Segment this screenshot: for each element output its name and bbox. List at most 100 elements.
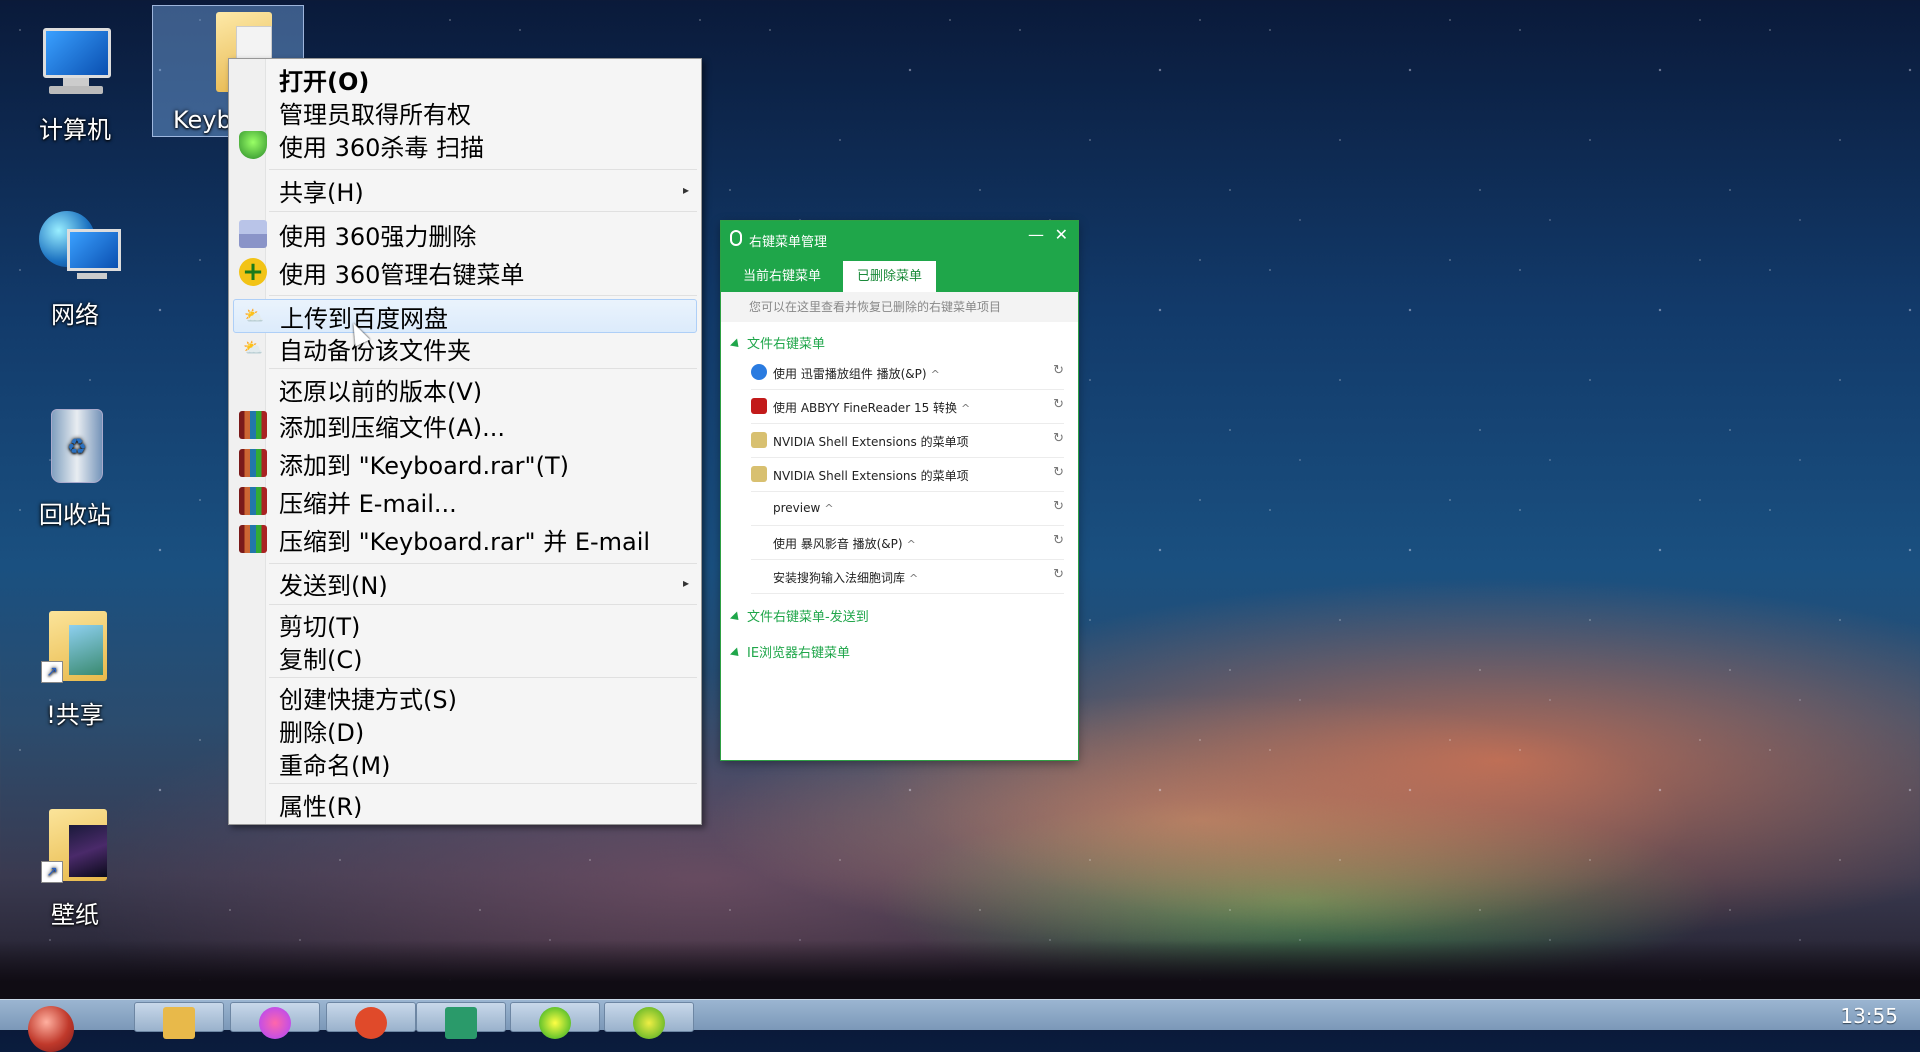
menu-item-360-menu-manager[interactable]: + 使用 360管理右键菜单 <box>233 256 697 289</box>
deleted-item-label: NVIDIA Shell Extensions 的菜单项 <box>773 469 969 483</box>
menu-item-properties[interactable]: 属性(R) <box>233 788 697 821</box>
menu-separator <box>269 368 697 369</box>
deleted-item-row: 安装搜狗输入法细胞词库 ^ ↻ <box>751 559 1064 594</box>
menu-item-cut[interactable]: 剪切(T) <box>233 608 697 641</box>
menu-item-360-force-delete[interactable]: 使用 360强力删除 <box>233 218 697 251</box>
menu-separator <box>269 563 697 564</box>
menu-item-send-to[interactable]: 发送到(N) ▸ <box>233 567 697 600</box>
menu-item-auto-backup[interactable]: ⛅ 自动备份该文件夹 <box>233 332 697 365</box>
menu-item-open[interactable]: 打开(O) <box>233 63 697 96</box>
caret-icon: ^ <box>824 502 834 515</box>
menu-item-label: 使用 360杀毒 扫描 <box>279 133 485 162</box>
restore-icon[interactable]: ↻ <box>1053 465 1064 480</box>
menu-item-add-archive[interactable]: 添加到压缩文件(A)... <box>233 409 697 442</box>
window-title: 右键菜单管理 <box>749 235 828 250</box>
cloud-icon: ⛅ <box>243 338 263 357</box>
recycle-bin-icon: ♻ <box>33 405 117 489</box>
folder-shortcut-icon: ↗ <box>33 605 117 689</box>
shredder-icon <box>239 220 267 248</box>
group-label: 文件右键菜单-发送到 <box>747 610 869 625</box>
menu-item-label: 剪切(T) <box>279 612 361 641</box>
taskbar-button-app[interactable] <box>326 1002 416 1039</box>
app-icon <box>445 1007 477 1039</box>
menu-separator <box>269 677 697 678</box>
menu-item-copy[interactable]: 复制(C) <box>233 641 697 674</box>
xunlei-icon <box>751 364 767 380</box>
restore-icon[interactable]: ↻ <box>1053 567 1064 582</box>
context-menu: 打开(O) 管理员取得所有权 使用 360杀毒 扫描 共享(H) ▸ 使用 36… <box>228 58 702 825</box>
caret-icon: ^ <box>961 402 971 415</box>
app-icon <box>259 1007 291 1039</box>
window-titlebar[interactable]: 右键菜单管理 — ✕ <box>721 221 1078 257</box>
abbyy-icon <box>751 398 767 414</box>
menu-separator <box>269 169 697 170</box>
menu-item-add-keyboard-rar[interactable]: 添加到 "Keyboard.rar"(T) <box>233 447 697 480</box>
mouse-logo-icon <box>730 230 742 246</box>
menu-item-compress-keyboard-email[interactable]: 压缩到 "Keyboard.rar" 并 E-mail <box>233 523 697 556</box>
close-button[interactable]: ✕ <box>1055 225 1068 244</box>
taskbar-button-app[interactable] <box>604 1002 694 1039</box>
restore-icon[interactable]: ↻ <box>1053 533 1064 548</box>
group-file-menu-sendto[interactable]: 文件右键菜单-发送到 <box>729 606 869 625</box>
winrar-icon <box>239 525 267 553</box>
restore-icon[interactable]: ↻ <box>1053 431 1064 446</box>
folder-icon <box>163 1007 195 1039</box>
tab-deleted-menu[interactable]: 已删除菜单 <box>843 261 937 292</box>
deleted-item-label: 使用 迅雷播放组件 播放(&P) <box>773 367 927 381</box>
restore-icon[interactable]: ↻ <box>1053 499 1064 514</box>
desktop-icon-label: 回收站 <box>39 501 111 529</box>
taskbar-button-app[interactable] <box>416 1002 506 1039</box>
app-icon <box>633 1007 665 1039</box>
taskbar-clock[interactable]: 13:55 <box>1840 1004 1898 1028</box>
desktop-icon-label: 壁纸 <box>51 901 99 929</box>
submenu-arrow-icon: ▸ <box>682 183 689 197</box>
restore-icon[interactable]: ↻ <box>1053 397 1064 412</box>
menu-item-label: 自动备份该文件夹 <box>279 336 471 365</box>
taskbar-button-explorer[interactable] <box>134 1002 224 1039</box>
menu-item-label: 打开(O) <box>279 67 370 96</box>
menu-item-take-ownership[interactable]: 管理员取得所有权 <box>233 96 697 129</box>
menu-item-label: 还原以前的版本(V) <box>279 377 483 406</box>
desktop-icon-share[interactable]: ↗ !共享 <box>20 605 130 730</box>
taskbar-button-app[interactable] <box>510 1002 600 1039</box>
taskbar-button-app[interactable] <box>230 1002 320 1039</box>
menu-item-delete[interactable]: 删除(D) <box>233 714 697 747</box>
menu-item-upload-baidu[interactable]: ⛅ 上传到百度网盘 <box>233 299 697 333</box>
desktop-icon-network[interactable]: 网络 <box>20 205 130 330</box>
restore-icon[interactable]: ↻ <box>1053 363 1064 378</box>
group-file-menu[interactable]: 文件右键菜单 <box>729 333 826 352</box>
group-ie-menu[interactable]: IE浏览器右键菜单 <box>729 642 850 661</box>
desktop-icon-label: 计算机 <box>39 116 111 144</box>
group-label: 文件右键菜单 <box>747 337 826 352</box>
menu-item-compress-email[interactable]: 压缩并 E-mail... <box>233 485 697 518</box>
menu-item-label: 添加到压缩文件(A)... <box>279 413 506 442</box>
menu-item-share[interactable]: 共享(H) ▸ <box>233 174 697 207</box>
start-button[interactable] <box>28 1006 74 1052</box>
deleted-item-row: NVIDIA Shell Extensions 的菜单项 ↻ <box>751 423 1064 458</box>
menu-item-create-shortcut[interactable]: 创建快捷方式(S) <box>233 681 697 714</box>
deleted-item-label: NVIDIA Shell Extensions 的菜单项 <box>773 435 969 449</box>
desktop-icon-computer[interactable]: 计算机 <box>20 20 130 145</box>
menu-item-360-scan[interactable]: 使用 360杀毒 扫描 <box>233 129 697 162</box>
deleted-item-label: 安装搜狗输入法细胞词库 <box>773 571 906 585</box>
menu-item-restore-versions[interactable]: 还原以前的版本(V) <box>233 373 697 406</box>
menu-item-label: 共享(H) <box>279 178 364 207</box>
info-note: 您可以在这里查看并恢复已删除的右键菜单项目 <box>721 292 1078 322</box>
window-tabs: 当前右键菜单 已删除菜单 <box>721 257 1078 292</box>
plus-icon: + <box>239 258 267 286</box>
taskbar: 13:55 <box>0 999 1920 1052</box>
collapse-triangle-icon <box>729 611 743 624</box>
nvidia-icon <box>751 466 767 482</box>
desktop-icon-recycle-bin[interactable]: ♻ 回收站 <box>20 405 130 530</box>
tab-current-menu[interactable]: 当前右键菜单 <box>729 261 835 292</box>
menu-item-label: 发送到(N) <box>279 571 388 600</box>
menu-manager-window: 右键菜单管理 — ✕ 当前右键菜单 已删除菜单 您可以在这里查看并恢复已删除的右… <box>721 221 1078 760</box>
wallpaper-horizon <box>0 940 1920 1000</box>
submenu-arrow-icon: ▸ <box>682 576 689 590</box>
winrar-icon <box>239 487 267 515</box>
deleted-item-row: 使用 ABBYY FineReader 15 转换 ^ ↻ <box>751 389 1064 424</box>
desktop-icon-wallpaper[interactable]: ↗ 壁纸 <box>20 805 130 930</box>
minimize-button[interactable]: — <box>1028 225 1044 244</box>
collapse-triangle-icon <box>729 338 743 351</box>
menu-item-rename[interactable]: 重命名(M) <box>233 747 697 780</box>
